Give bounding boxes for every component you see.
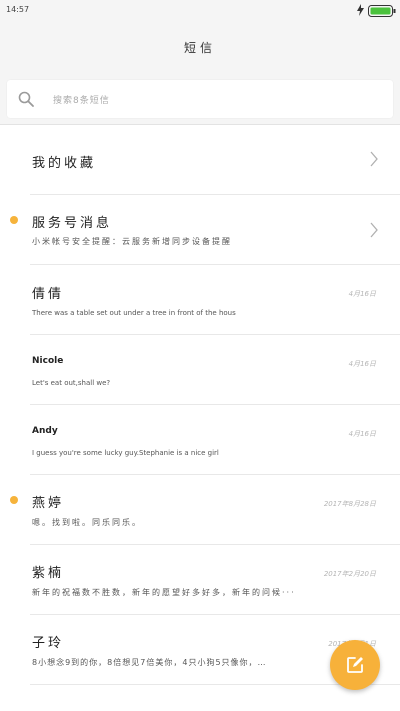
row-preview: There was a table set out under a tree i… [32, 309, 236, 317]
search-placeholder: 搜索8条短信 [53, 96, 110, 106]
compose-icon [347, 657, 363, 673]
row-time: 4月16日 [348, 430, 376, 438]
row-preview: 新年的祝福数不胜数，新年的愿望好多好多，新年的问候··· [32, 588, 296, 597]
list-item-favorites[interactable]: 我的收藏 [0, 125, 400, 195]
battery-icon [368, 5, 396, 17]
bolt-icon [357, 4, 364, 16]
list-item-conversation[interactable]: Nicole 4月16日 Let's eat out,shall we? [0, 335, 400, 405]
row-title: 我的收藏 [32, 156, 97, 171]
list-item-conversation[interactable]: 紫楠 2017年2月20日 新年的祝福数不胜数，新年的愿望好多好多，新年的问候·… [0, 545, 400, 615]
conversation-list: 我的收藏 服务号消息 小米帐号安全提醒：云服务新增同步设备提醒 倩倩 4月16日… [0, 125, 400, 685]
row-title: 服务号消息 [32, 216, 113, 231]
row-time: 2017年8月28日 [323, 500, 376, 508]
row-time: 4月16日 [348, 290, 376, 298]
row-title: 紫楠 [32, 566, 65, 581]
app-header: 短信 [0, 22, 400, 72]
chevron-right-icon [370, 222, 378, 238]
search-icon [18, 91, 34, 107]
row-preview: 8小想念9到的你，8倍想见7倍美你，4只小狗5只像你，… [32, 658, 267, 667]
page-title: 短信 [183, 41, 216, 55]
list-item-conversation[interactable]: Andy 4月16日 I guess you're some lucky guy… [0, 405, 400, 475]
status-time: 14:57 [6, 5, 30, 14]
unread-dot [10, 216, 18, 224]
status-bar: 14:57 [0, 0, 400, 22]
row-preview: Let's eat out,shall we? [32, 379, 111, 387]
row-title: Nicole [32, 356, 64, 366]
search-area: 搜索8条短信 [0, 72, 400, 125]
search-input[interactable]: 搜索8条短信 [7, 80, 393, 118]
list-item-conversation[interactable]: 燕婷 2017年8月28日 嗯。找到啦。同乐同乐。 [0, 475, 400, 545]
chevron-right-icon [370, 151, 378, 167]
list-item-conversation[interactable]: 倩倩 4月16日 There was a table set out under… [0, 265, 400, 335]
row-preview: 嗯。找到啦。同乐同乐。 [32, 518, 142, 527]
compose-button[interactable] [330, 640, 380, 690]
row-time: 2017年2月20日 [323, 570, 376, 578]
row-title: 燕婷 [32, 496, 65, 511]
list-item-service-messages[interactable]: 服务号消息 小米帐号安全提醒：云服务新增同步设备提醒 [0, 195, 400, 265]
row-time: 4月16日 [348, 360, 376, 368]
row-title: 子玲 [32, 636, 65, 651]
row-preview: 小米帐号安全提醒：云服务新增同步设备提醒 [32, 237, 232, 246]
row-title: 倩倩 [32, 287, 65, 302]
row-preview: I guess you're some lucky guy.Stephanie … [32, 449, 219, 457]
row-title: Andy [32, 426, 58, 436]
unread-dot [10, 496, 18, 504]
